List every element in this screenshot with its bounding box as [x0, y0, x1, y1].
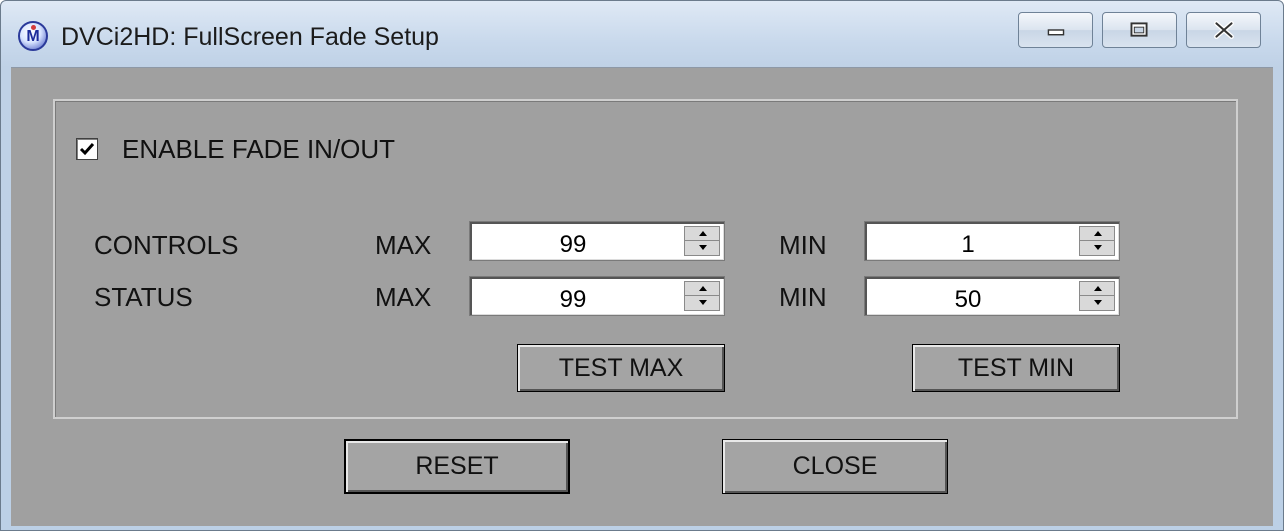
test-min-button[interactable]: TEST MIN	[912, 344, 1120, 392]
title-bar[interactable]: M DVCi2HD: FullScreen Fade Setup	[1, 1, 1283, 67]
spin-down-arrow-icon[interactable]	[685, 296, 719, 310]
controls-min-spinbox[interactable]: 1	[864, 221, 1120, 261]
minimize-button[interactable]	[1018, 12, 1093, 48]
status-max-spin-arrows[interactable]	[684, 281, 720, 311]
controls-label: CONTROLS	[94, 230, 239, 260]
spin-down-arrow-icon[interactable]	[1080, 241, 1114, 255]
test-max-button[interactable]: TEST MAX	[517, 344, 725, 392]
close-window-button[interactable]	[1186, 12, 1261, 48]
controls-max-value[interactable]: 99	[470, 231, 676, 259]
status-min-value[interactable]: 50	[865, 286, 1071, 314]
spin-up-arrow-icon[interactable]	[1080, 227, 1114, 241]
spin-up-arrow-icon[interactable]	[685, 227, 719, 241]
controls-max-label: MAX	[375, 230, 432, 260]
reset-button[interactable]: RESET	[344, 439, 570, 494]
status-min-spinbox[interactable]: 50	[864, 276, 1120, 316]
enable-fade-checkbox[interactable]	[76, 138, 98, 160]
controls-max-spinbox[interactable]: 99	[469, 221, 725, 261]
spin-down-arrow-icon[interactable]	[1080, 296, 1114, 310]
status-min-spin-arrows[interactable]	[1079, 281, 1115, 311]
status-max-label: MAX	[375, 282, 432, 312]
maximize-button[interactable]	[1102, 12, 1177, 48]
close-icon	[1214, 21, 1234, 39]
spin-up-arrow-icon[interactable]	[685, 282, 719, 296]
close-button[interactable]: CLOSE	[722, 439, 948, 494]
status-max-value[interactable]: 99	[470, 286, 676, 314]
dialog-client-area: ENABLE FADE IN/OUT CONTROLS MAX 99 MIN 1	[11, 67, 1273, 526]
controls-min-value[interactable]: 1	[865, 231, 1071, 259]
window-title: DVCi2HD: FullScreen Fade Setup	[61, 23, 439, 51]
enable-fade-label[interactable]: ENABLE FADE IN/OUT	[122, 134, 395, 165]
maximize-icon	[1130, 22, 1148, 37]
controls-min-label: MIN	[779, 230, 827, 260]
fade-setup-window: M DVCi2HD: FullScreen Fade Setup ENABLE …	[0, 0, 1284, 531]
status-min-label: MIN	[779, 282, 827, 312]
spin-up-arrow-icon[interactable]	[1080, 282, 1114, 296]
status-label: STATUS	[94, 282, 193, 312]
minimize-icon	[1047, 29, 1065, 36]
spin-down-arrow-icon[interactable]	[685, 241, 719, 255]
controls-min-spin-arrows[interactable]	[1079, 226, 1115, 256]
checkmark-icon	[79, 143, 95, 156]
status-max-spinbox[interactable]: 99	[469, 276, 725, 316]
app-logo-m-icon[interactable]: M	[18, 21, 48, 51]
controls-max-spin-arrows[interactable]	[684, 226, 720, 256]
